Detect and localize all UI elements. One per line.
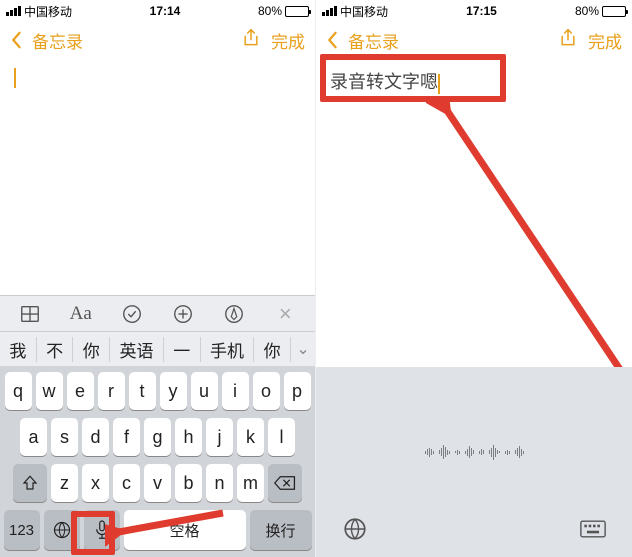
plus-icon[interactable] xyxy=(165,300,201,328)
key-g[interactable]: g xyxy=(144,418,171,456)
phone-left: 中国移动 17:14 80% 备忘录 完成 xyxy=(0,0,316,557)
key-b[interactable]: b xyxy=(175,464,202,502)
delete-key[interactable] xyxy=(268,464,302,502)
key-q[interactable]: q xyxy=(5,372,32,410)
key-z[interactable]: z xyxy=(51,464,78,502)
share-button[interactable] xyxy=(558,27,578,54)
annotation-highlight xyxy=(320,54,506,102)
numeric-key[interactable]: 123 xyxy=(4,510,40,550)
key-u[interactable]: u xyxy=(191,372,218,410)
battery-icon xyxy=(285,6,309,17)
key-o[interactable]: o xyxy=(253,372,280,410)
nav-bar: 备忘录 完成 xyxy=(316,22,632,58)
key-l[interactable]: l xyxy=(268,418,295,456)
keyboard-toolbar: Aa × xyxy=(0,295,315,331)
prediction-item[interactable]: 英语 xyxy=(110,337,164,362)
back-label: 备忘录 xyxy=(348,28,399,53)
key-y[interactable]: y xyxy=(160,372,187,410)
key-d[interactable]: d xyxy=(82,418,109,456)
carrier-label: 中国移动 xyxy=(340,3,388,20)
key-s[interactable]: s xyxy=(51,418,78,456)
voice-input-panel xyxy=(316,367,632,557)
carrier-label: 中国移动 xyxy=(24,3,72,20)
share-button[interactable] xyxy=(241,27,261,54)
key-p[interactable]: p xyxy=(284,372,311,410)
key-n[interactable]: n xyxy=(206,464,233,502)
chevron-down-icon[interactable]: ⌄ xyxy=(291,339,315,359)
key-v[interactable]: v xyxy=(144,464,171,502)
key-m[interactable]: m xyxy=(237,464,264,502)
key-i[interactable]: i xyxy=(222,372,249,410)
signal-icon xyxy=(6,6,21,16)
prediction-item[interactable]: 不 xyxy=(37,337,74,362)
back-button[interactable]: 备忘录 xyxy=(326,28,399,53)
battery-icon xyxy=(602,6,626,17)
table-icon[interactable] xyxy=(12,300,48,328)
key-k[interactable]: k xyxy=(237,418,264,456)
status-bar: 中国移动 17:14 80% xyxy=(0,0,315,22)
key-a[interactable]: a xyxy=(20,418,47,456)
draw-icon[interactable] xyxy=(216,300,252,328)
prediction-item[interactable]: 你 xyxy=(254,337,291,362)
prediction-item[interactable]: 我 xyxy=(0,337,37,362)
done-button[interactable]: 完成 xyxy=(588,28,622,53)
back-button[interactable]: 备忘录 xyxy=(10,28,83,53)
nav-bar: 备忘录 完成 xyxy=(0,22,315,58)
back-label: 备忘录 xyxy=(32,28,83,53)
key-w[interactable]: w xyxy=(36,372,63,410)
format-button[interactable]: Aa xyxy=(63,300,99,328)
key-e[interactable]: e xyxy=(67,372,94,410)
waveform xyxy=(316,437,632,467)
key-x[interactable]: x xyxy=(82,464,109,502)
phone-right: 中国移动 17:15 80% 备忘录 完成 录音转文 xyxy=(316,0,632,557)
close-keyboard-icon[interactable]: × xyxy=(267,300,303,328)
key-c[interactable]: c xyxy=(113,464,140,502)
status-bar: 中国移动 17:15 80% xyxy=(316,0,632,22)
key-t[interactable]: t xyxy=(129,372,156,410)
key-h[interactable]: h xyxy=(175,418,202,456)
checklist-icon[interactable] xyxy=(114,300,150,328)
globe-button[interactable] xyxy=(342,516,368,547)
signal-icon xyxy=(322,6,337,16)
clock: 17:14 xyxy=(150,4,181,18)
key-r[interactable]: r xyxy=(98,372,125,410)
prediction-item[interactable]: 一 xyxy=(164,337,201,362)
keyboard-button[interactable] xyxy=(580,516,606,547)
return-key[interactable]: 换行 xyxy=(250,510,312,550)
keyboard: qwertyuiop asdfghjkl zxcvbnm 123 空格 换行 xyxy=(0,366,315,557)
prediction-item[interactable]: 手机 xyxy=(201,337,255,362)
battery-percent: 80% xyxy=(258,4,282,18)
chevron-left-icon xyxy=(326,31,338,49)
chevron-left-icon xyxy=(10,31,22,49)
prediction-bar: 我 不 你 英语 一 手机 你 ⌄ xyxy=(0,332,315,366)
space-key[interactable]: 空格 xyxy=(124,510,246,550)
clock: 17:15 xyxy=(466,4,497,18)
annotation-highlight xyxy=(71,511,115,555)
battery-percent: 80% xyxy=(575,4,599,18)
prediction-item[interactable]: 你 xyxy=(73,337,110,362)
key-j[interactable]: j xyxy=(206,418,233,456)
done-button[interactable]: 完成 xyxy=(271,28,305,53)
note-content-area[interactable] xyxy=(0,58,315,308)
text-cursor xyxy=(14,68,16,88)
shift-key[interactable] xyxy=(13,464,47,502)
key-f[interactable]: f xyxy=(113,418,140,456)
